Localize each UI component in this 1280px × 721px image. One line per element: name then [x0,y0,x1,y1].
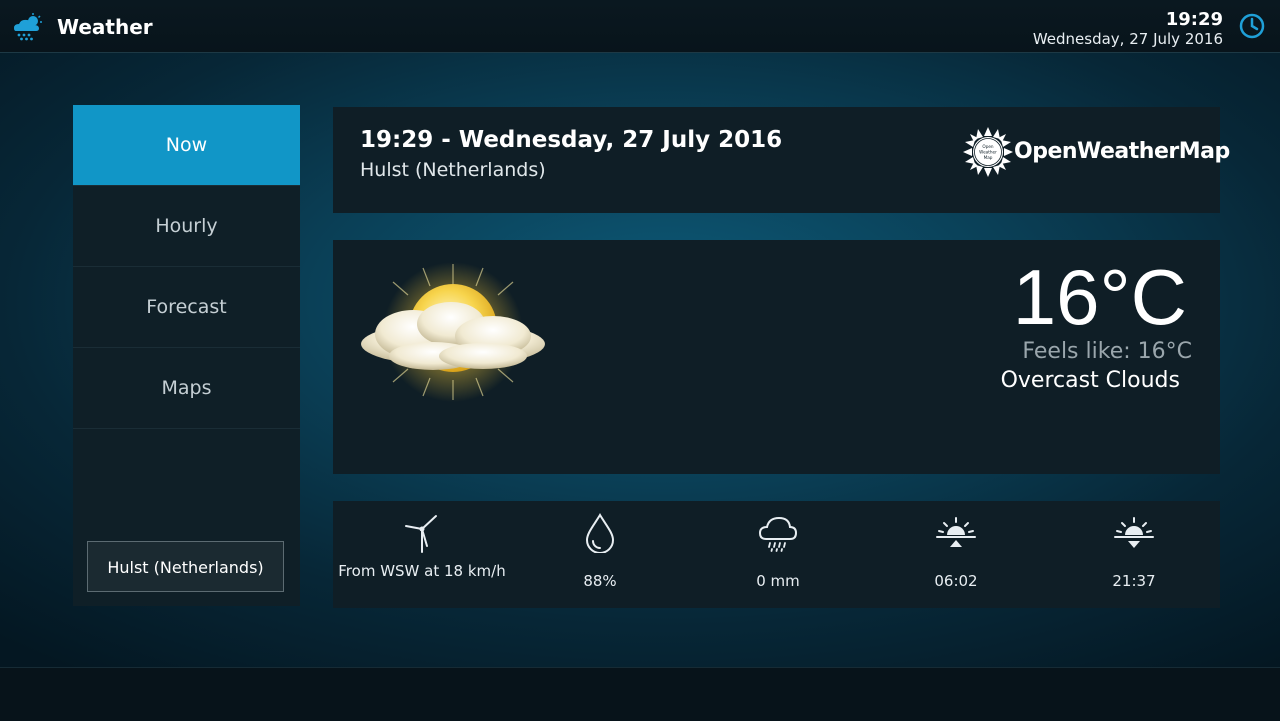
clock-date: Wednesday, 27 July 2016 [1032,30,1223,48]
header-location: Hulst (Netherlands) [360,159,546,181]
details-panel: From WSW at 18 km/h 88% 0 mm 06:02 21:37 [333,501,1220,608]
humidity-detail: 88% [511,501,689,608]
weather-app-icon [14,13,42,41]
sunset-icon [1114,517,1154,548]
feels-like: Feels like: 16°C [1022,339,1192,364]
sunrise-detail: 06:02 [867,501,1045,608]
wind-detail: From WSW at 18 km/h [333,501,511,608]
header-title: 19:29 - Wednesday, 27 July 2016 [360,127,783,153]
weather-condition: Overcast Clouds [1000,368,1180,393]
clock-time: 19:29 [1165,9,1223,30]
droplet-icon [585,513,615,553]
sunset-detail: 21:37 [1045,501,1223,608]
logo-text-open: Open [982,144,994,149]
app-title: Weather [57,15,153,39]
partly-cloudy-sun-icon [361,262,545,402]
wind-value: From WSW at 18 km/h [338,562,506,580]
current-temperature: 16°C [1012,253,1187,341]
provider-name: OpenWeatherMap [1014,139,1230,164]
precipitation-detail: 0 mm [689,501,867,608]
clock-icon[interactable] [1239,13,1265,39]
openweathermap-logo-icon: Open Weather Map [963,127,1013,177]
logo-text-weather: Weather [979,150,997,155]
sunset-value: 21:37 [1112,572,1156,590]
sidebar: Now Hourly Forecast Maps Hulst (Netherla… [73,105,300,606]
sidebar-item-now[interactable]: Now [73,105,300,186]
logo-text-map: Map [984,155,993,160]
humidity-value: 88% [583,572,617,590]
sidebar-item-hourly[interactable]: Hourly [73,186,300,267]
sidebar-item-forecast[interactable]: Forecast [73,267,300,348]
current-weather-panel: 16°C Feels like: 16°C Overcast Clouds [333,240,1220,474]
sunrise-icon [936,517,976,547]
sidebar-item-maps[interactable]: Maps [73,348,300,429]
rain-cloud-icon [758,516,798,552]
precipitation-value: 0 mm [756,572,800,590]
header-panel: 19:29 - Wednesday, 27 July 2016 Hulst (N… [333,107,1230,213]
location-button[interactable]: Hulst (Netherlands) [87,541,284,592]
bottom-bar [0,667,1280,721]
wind-turbine-icon [405,515,437,553]
top-bar: Weather 19:29 Wednesday, 27 July 2016 [0,0,1280,53]
sunrise-value: 06:02 [934,572,978,590]
